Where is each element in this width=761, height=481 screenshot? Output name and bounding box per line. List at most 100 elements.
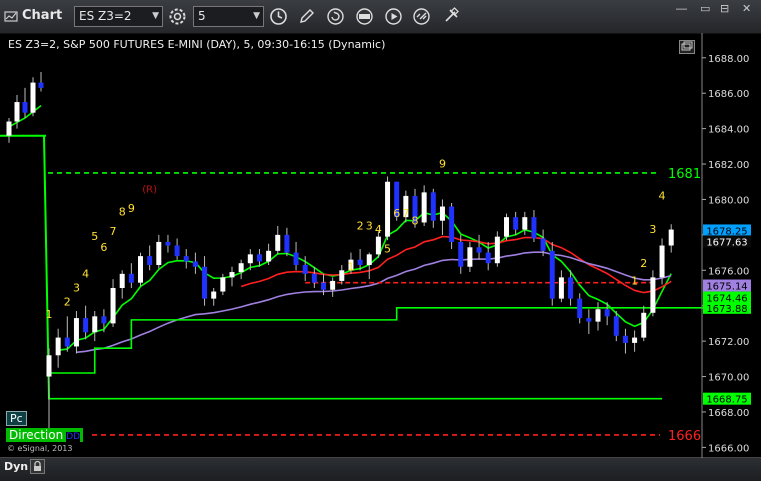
restore-button[interactable]: ▭	[700, 2, 710, 15]
minimize-button[interactable]: ―	[676, 2, 687, 15]
candle-body	[183, 256, 189, 262]
candle-body	[138, 256, 143, 283]
count-label: 6	[100, 241, 107, 254]
candle-body	[650, 277, 656, 313]
candle-body	[522, 217, 528, 230]
candle-body	[421, 192, 427, 223]
y-tick-label: 1684.00	[708, 125, 749, 136]
candle-body	[256, 254, 262, 262]
candle	[284, 227, 290, 257]
candle-body	[38, 82, 44, 88]
candle	[202, 256, 208, 306]
candle	[38, 71, 44, 92]
count-label: 1	[46, 308, 53, 321]
price-label: 1673.88	[703, 301, 751, 315]
price-label-text: 1675.14	[706, 282, 747, 293]
level-label: 1666	[668, 429, 701, 444]
candle-body	[101, 316, 107, 324]
symbol-input[interactable]: ES Z3=2 ▼	[74, 6, 163, 27]
play-icon[interactable]	[383, 6, 404, 27]
chart-title: ES Z3=2, S&P 500 FUTURES E-MINI (DAY), 5…	[8, 38, 386, 51]
candle-body	[513, 217, 519, 230]
candle	[504, 213, 509, 241]
count-label: 1	[631, 274, 638, 287]
candle-body	[64, 337, 70, 347]
candle-body	[568, 277, 574, 299]
pin-button[interactable]: ⊟	[720, 2, 729, 15]
candle	[110, 279, 116, 327]
y-tick-label: 1670.00	[708, 373, 749, 384]
interval-input[interactable]: 5 ▼	[193, 6, 264, 27]
symbol-settings-icon[interactable]	[167, 6, 188, 27]
quote-icon[interactable]	[354, 6, 375, 27]
count-label: 1	[347, 260, 354, 273]
candle	[174, 238, 180, 260]
count-label: 4	[375, 223, 382, 236]
candle-body	[558, 277, 564, 299]
candle-body	[220, 277, 226, 292]
candle-body	[366, 254, 372, 265]
lock-icon[interactable]	[30, 459, 45, 474]
price-chart[interactable]: 12345678 912 3 456 7891234(R) 1688.001686.00…	[0, 33, 761, 458]
candle	[632, 330, 638, 352]
link-icon[interactable]	[411, 6, 432, 27]
close-button[interactable]: ✕	[742, 2, 751, 15]
candle-body	[83, 318, 89, 333]
y-axis: 1688.001686.001684.001682.001680.001678.…	[668, 33, 751, 458]
candle-body	[30, 82, 36, 113]
candle	[73, 311, 79, 354]
candle-body	[330, 280, 336, 290]
candle-body	[321, 282, 326, 290]
candle	[513, 211, 519, 235]
candle-body	[485, 252, 491, 264]
candle-body	[476, 247, 482, 253]
candle-body	[211, 291, 217, 299]
candle-body	[110, 288, 116, 324]
candle-body	[202, 266, 208, 299]
level-label: 1681	[668, 167, 701, 182]
candle-body	[632, 337, 638, 343]
maximize-icon[interactable]	[679, 40, 695, 54]
y-tick-label: 1676.00	[708, 266, 749, 277]
candle-body	[284, 234, 290, 253]
chart-app-icon	[4, 11, 18, 22]
pencil-icon[interactable]	[296, 6, 317, 27]
y-tick-label: 1686.00	[708, 89, 749, 100]
count-label: 5	[91, 230, 98, 243]
candle	[46, 348, 52, 432]
clock-icon[interactable]	[268, 6, 289, 27]
chevron-down-icon[interactable]: ▼	[152, 11, 159, 21]
candle	[421, 185, 427, 227]
candle-body	[659, 245, 665, 278]
count-label: 9	[439, 158, 446, 171]
count-label: 8	[119, 205, 126, 218]
chevron-down-icon[interactable]: ▼	[253, 11, 260, 21]
candle	[183, 249, 189, 269]
dyn-button[interactable]: Dyn	[4, 460, 28, 473]
candle-body	[494, 236, 500, 264]
count-label: 2	[357, 220, 364, 233]
y-tick-label: 1688.00	[708, 54, 749, 65]
candle-body	[385, 181, 391, 237]
refresh-icon[interactable]	[325, 6, 346, 27]
candle-body	[73, 318, 79, 347]
direction-suffix: DD	[66, 432, 81, 442]
candle	[6, 118, 12, 143]
candle-body	[238, 263, 244, 273]
candle-body	[22, 102, 28, 113]
candle-body	[46, 355, 52, 377]
candle-body	[14, 102, 20, 122]
candle	[55, 328, 61, 368]
candle	[385, 176, 391, 241]
count-label: 7	[110, 225, 117, 238]
count-label: 2	[64, 296, 71, 309]
candle-body	[375, 236, 381, 255]
candle-body	[613, 316, 619, 336]
price-label: 1677.63	[703, 235, 751, 248]
crosshair-icon[interactable]	[440, 6, 461, 27]
y-tick-label: 1672.00	[708, 337, 749, 348]
count-label: 9	[128, 202, 135, 215]
candle-body	[430, 192, 436, 221]
candle	[650, 270, 656, 317]
copyright-text: © eSignal, 2013	[7, 444, 73, 453]
